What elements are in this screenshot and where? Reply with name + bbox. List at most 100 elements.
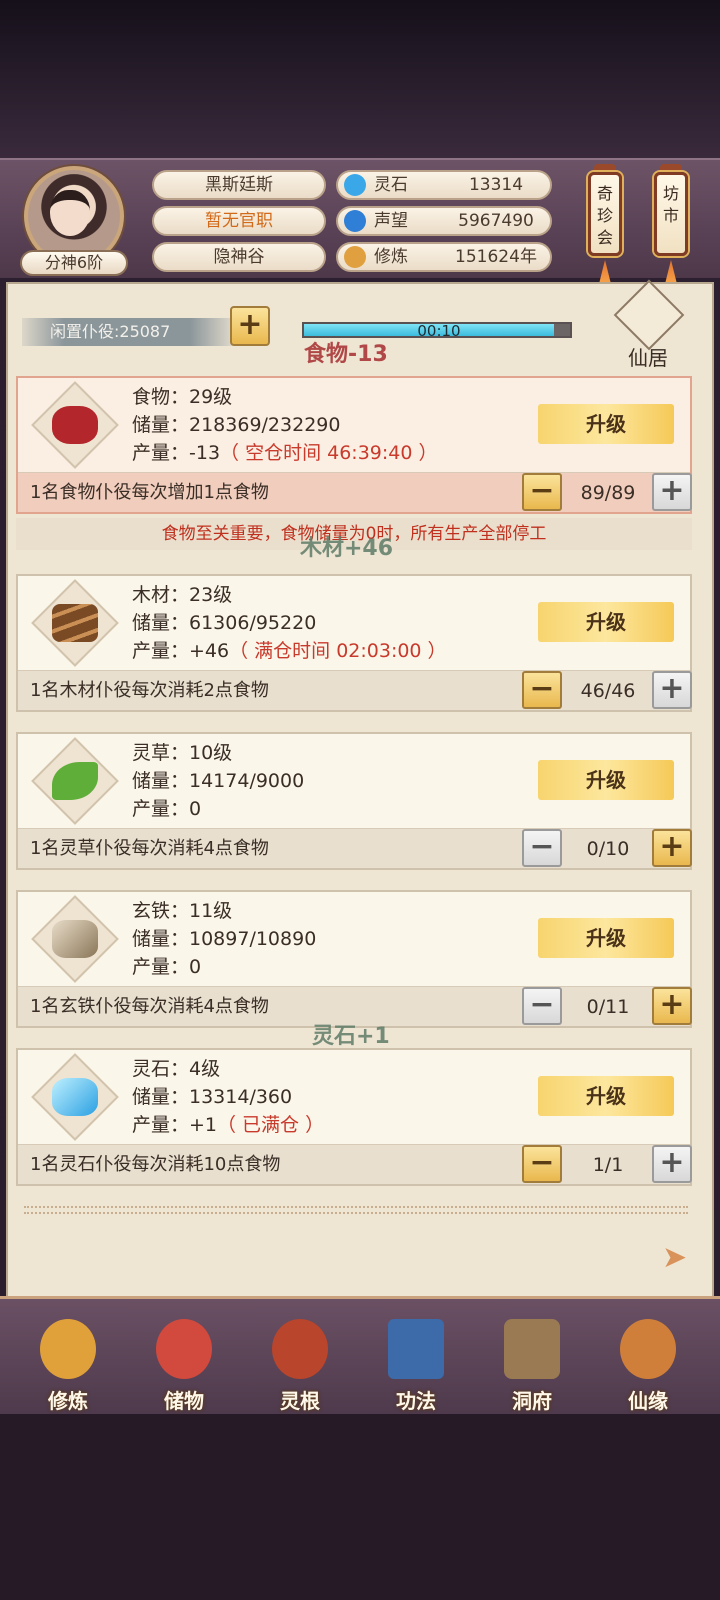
resource-description: 1名灵草仆役每次消耗4点食物: [30, 838, 269, 859]
official-title: 暂无官职: [152, 206, 326, 236]
resource-level: 食物：29级: [132, 386, 233, 408]
market-button[interactable]: 坊 市: [654, 172, 688, 256]
upgrade-button[interactable]: 升级: [538, 760, 674, 800]
nav-label: 修炼: [48, 1389, 88, 1413]
meditation-icon: [344, 246, 366, 268]
resource-level: 灵石：4级: [132, 1058, 221, 1080]
xianju-button[interactable]: 仙居: [602, 279, 694, 372]
increase-servants-button[interactable]: +: [652, 473, 692, 511]
nav-techniques[interactable]: 功法: [366, 1315, 466, 1413]
list-end-divider: [24, 1206, 688, 1214]
wood-logs-icon: [31, 579, 119, 667]
tassel: [599, 260, 611, 284]
resource-storage: 储量：14174/9000: [132, 770, 305, 792]
food-change-popup: 食物-13: [304, 342, 388, 367]
upgrade-button[interactable]: 升级: [538, 918, 674, 958]
resource-description: 1名食物仆役每次增加1点食物: [30, 482, 269, 503]
resource-value: 13314: [468, 175, 524, 195]
output-note: （ 已满仓 ）: [217, 1114, 325, 1136]
prestige-display: 声望 5967490: [336, 206, 552, 236]
bottom-background: [0, 1414, 720, 1600]
nav-cultivation[interactable]: 修炼: [18, 1315, 118, 1413]
crystal-art: [52, 1078, 98, 1116]
resource-card-spirit-stone: 灵石：4级 储量：13314/360 产量：+1（ 已满仓 ） 升级 1名灵石仆…: [16, 1048, 692, 1186]
output-value: 产量：+1: [132, 1114, 218, 1136]
scroll-char: 会: [596, 228, 613, 247]
idle-servants-label: 闲置仆役:25087: [22, 318, 232, 346]
spirit-crystal-icon: [31, 1053, 119, 1141]
increase-servants-button[interactable]: +: [652, 829, 692, 867]
nav-fortune[interactable]: 仙缘: [598, 1315, 698, 1413]
meat-icon: [31, 381, 119, 469]
output-value: 产量：0: [132, 798, 202, 820]
iron-art: [52, 920, 98, 958]
nav-storage[interactable]: 储物: [134, 1315, 234, 1413]
wood-change-popup: 木材+46: [300, 536, 394, 561]
output-note: （ 满仓时间 02:03:00 ）: [229, 640, 447, 662]
nav-label: 储物: [164, 1389, 204, 1413]
player-avatar[interactable]: 分神6阶: [20, 164, 130, 276]
herb-icon: [31, 737, 119, 825]
scroll-char: 市: [662, 206, 679, 225]
resource-description: 1名木材仆役每次消耗2点食物: [30, 680, 269, 701]
decrease-servants-button[interactable]: −: [522, 473, 562, 511]
nav-label: 洞府: [512, 1389, 552, 1413]
decrease-servants-button[interactable]: −: [522, 829, 562, 867]
top-background: [0, 0, 720, 160]
nav-label: 仙缘: [628, 1389, 668, 1413]
tassel: [665, 260, 677, 284]
gourd-icon: [620, 1319, 676, 1379]
upgrade-button[interactable]: 升级: [538, 404, 674, 444]
scroll-char: 珍: [596, 206, 613, 225]
output-value: 产量：0: [132, 956, 202, 978]
resource-output: 产量：0: [132, 796, 201, 822]
rank-badge: 分神6阶: [20, 250, 128, 276]
output-note: （ 空仓时间 46:39:40 ）: [220, 442, 438, 464]
servant-count: 89/89: [580, 482, 636, 504]
location-name: 隐神谷: [152, 242, 326, 272]
player-header: 分神6阶 黑斯廷斯 暂无官职 隐神谷 灵石 13314 声望 5967490 修…: [0, 158, 720, 284]
upgrade-button[interactable]: 升级: [538, 602, 674, 642]
resource-value: 5967490: [458, 211, 534, 231]
nav-label: 灵根: [280, 1389, 320, 1413]
nav-spirit-root[interactable]: 灵根: [250, 1315, 350, 1413]
resource-description: 1名玄铁仆役每次消耗4点食物: [30, 996, 269, 1017]
resource-card-wood: 木材：23级 储量：61306/95220 产量：+46（ 满仓时间 02:03…: [16, 574, 692, 712]
spirit-stone-change-popup: 灵石+1: [312, 1024, 390, 1049]
decrease-servants-button[interactable]: −: [522, 987, 562, 1025]
increase-servants-button[interactable]: +: [652, 671, 692, 709]
resource-output: 产量：+46（ 满仓时间 02:03:00 ）: [132, 638, 447, 664]
resource-card-food: 食物：29级 储量：218369/232290 产量：-13（ 空仓时间 46:…: [16, 376, 692, 514]
iron-ore-icon: [31, 895, 119, 983]
decrease-servants-button[interactable]: −: [522, 1145, 562, 1183]
player-name: 黑斯廷斯: [152, 170, 326, 200]
bottom-navigation: 修炼 储物 灵根 功法 洞府 仙缘: [0, 1296, 720, 1414]
expand-arrow-icon[interactable]: ➤: [662, 1240, 687, 1275]
meat-art: [52, 406, 98, 444]
storage-bag-icon: [156, 1319, 212, 1379]
resource-output: 产量：-13（ 空仓时间 46:39:40 ）: [132, 440, 438, 466]
xianju-label: 仙居: [628, 346, 668, 370]
resource-output: 产量：+1（ 已满仓 ）: [132, 1112, 324, 1138]
increase-servants-button[interactable]: +: [652, 987, 692, 1025]
treasure-fair-button[interactable]: 奇 珍 会: [588, 172, 622, 256]
servant-count: 0/11: [586, 996, 630, 1018]
resource-card-iron: 玄铁：11级 储量：10897/10890 产量：0 升级 1名玄铁仆役每次消耗…: [16, 890, 692, 1028]
decrease-servants-button[interactable]: −: [522, 671, 562, 709]
resource-output: 产量：0: [132, 954, 201, 980]
add-servants-button[interactable]: +: [230, 306, 270, 346]
pavilion-icon: [613, 279, 685, 351]
cave-mansion-icon: [504, 1319, 560, 1379]
upgrade-button[interactable]: 升级: [538, 1076, 674, 1116]
resource-storage: 储量：218369/232290: [132, 414, 341, 436]
servant-count: 0/10: [586, 838, 630, 860]
scroll-char: 坊: [662, 184, 679, 203]
resource-value: 151624年: [455, 247, 537, 267]
nav-cave-mansion[interactable]: 洞府: [482, 1315, 582, 1413]
output-value: 产量：-13: [132, 442, 221, 464]
resource-level: 灵草：10级: [132, 742, 233, 764]
increase-servants-button[interactable]: +: [652, 1145, 692, 1183]
resource-level: 木材：23级: [132, 584, 233, 606]
servant-count: 1/1: [592, 1154, 624, 1176]
output-value: 产量：+46: [132, 640, 230, 662]
